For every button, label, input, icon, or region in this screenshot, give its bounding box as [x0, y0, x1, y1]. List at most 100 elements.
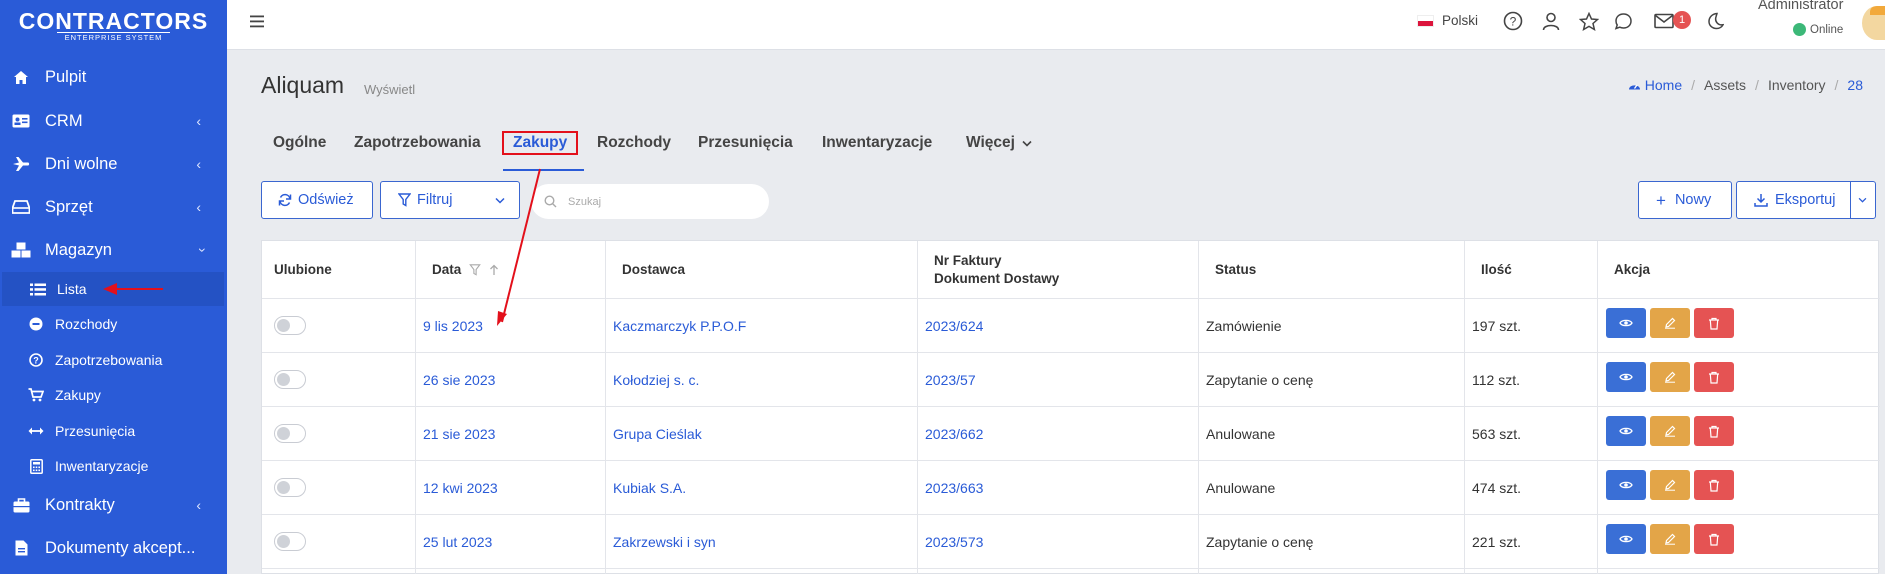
- tab-ogolne[interactable]: Ogólne: [273, 131, 326, 155]
- sidebar-item-pulpit[interactable]: Pulpit: [0, 56, 227, 98]
- refresh-button[interactable]: Odśwież: [261, 181, 373, 219]
- sidebar-item-kontrakty[interactable]: Kontrakty ‹: [0, 484, 227, 526]
- tab-przesuniecia[interactable]: Przesunięcia: [698, 131, 793, 155]
- cell-supplier[interactable]: Kubiak S.A.: [605, 478, 686, 498]
- user-name[interactable]: Administrator: [1758, 0, 1843, 13]
- sidebar-item-dokumenty[interactable]: Dokumenty akcept...: [0, 527, 227, 569]
- delete-button[interactable]: [1694, 416, 1734, 446]
- tab-inwentaryzacje[interactable]: Inwentaryzacje: [822, 131, 932, 155]
- eye-icon: [1619, 535, 1633, 543]
- breadcrumb-assets[interactable]: Assets: [1704, 77, 1746, 93]
- delete-button[interactable]: [1694, 308, 1734, 338]
- cell-invoice[interactable]: 2023/573: [917, 532, 983, 552]
- sidebar-item-dni-wolne[interactable]: Dni wolne ‹: [0, 143, 227, 185]
- favorite-toggle[interactable]: [274, 316, 306, 335]
- split-divider: [1850, 182, 1851, 218]
- header-date[interactable]: Data: [423, 241, 499, 298]
- sort-arrow-up-icon[interactable]: [489, 264, 499, 276]
- poland-flag-icon: [1417, 14, 1434, 27]
- sidebar-subitem-zapotrzebowania[interactable]: ? Zapotrzebowania: [0, 343, 227, 377]
- delete-button[interactable]: [1694, 362, 1734, 392]
- view-button[interactable]: [1606, 416, 1646, 446]
- file-icon: [11, 538, 31, 558]
- cell-date[interactable]: 9 lis 2023: [415, 316, 483, 336]
- delete-button[interactable]: [1694, 470, 1734, 500]
- tab-zapotrzebowania[interactable]: Zapotrzebowania: [354, 131, 481, 155]
- cell-invoice[interactable]: 2023/624: [917, 316, 983, 336]
- tab-rozchody[interactable]: Rozchody: [597, 131, 671, 155]
- view-button[interactable]: [1606, 308, 1646, 338]
- view-button[interactable]: [1606, 524, 1646, 554]
- new-button[interactable]: + Nowy: [1638, 181, 1732, 219]
- cell-supplier[interactable]: Kołodziej s. c.: [605, 370, 699, 390]
- sidebar-item-magazyn[interactable]: Magazyn ‹: [0, 229, 227, 271]
- mail-icon[interactable]: [1653, 10, 1675, 32]
- cell-supplier[interactable]: Grupa Cieślak: [605, 424, 702, 444]
- cell-date[interactable]: 26 sie 2023: [415, 370, 495, 390]
- user-status: Online: [1793, 23, 1843, 36]
- chevron-left-icon: ‹: [196, 497, 201, 513]
- view-button[interactable]: [1606, 470, 1646, 500]
- favorite-toggle[interactable]: [274, 532, 306, 551]
- chat-icon[interactable]: [1612, 10, 1634, 32]
- edit-button[interactable]: [1650, 470, 1690, 500]
- chevron-down-icon[interactable]: [1858, 197, 1867, 203]
- filter-button-label: Filtruj: [417, 192, 453, 208]
- avatar[interactable]: [1862, 6, 1885, 40]
- delete-button[interactable]: [1694, 524, 1734, 554]
- filter-icon[interactable]: [469, 263, 482, 276]
- logo[interactable]: CONTRACTORS ENTERPRISE SYSTEM: [0, 0, 227, 50]
- cell-date[interactable]: 21 sie 2023: [415, 424, 495, 444]
- breadcrumb-home[interactable]: Home: [1628, 77, 1682, 93]
- favorite-toggle[interactable]: [274, 370, 306, 389]
- help-icon[interactable]: ?: [1502, 10, 1524, 32]
- breadcrumb-inventory[interactable]: Inventory: [1768, 77, 1826, 93]
- sidebar-subitem-label: Inwentaryzacje: [55, 458, 149, 474]
- search-input[interactable]: Szukaj: [568, 196, 601, 208]
- edit-button[interactable]: [1650, 362, 1690, 392]
- cell-status: Zapytanie o cenę: [1206, 372, 1314, 388]
- cell-invoice[interactable]: 2023/663: [917, 478, 983, 498]
- hamburger-menu-icon[interactable]: [247, 10, 269, 32]
- chevron-down-icon: [1022, 140, 1032, 147]
- view-button[interactable]: [1606, 362, 1646, 392]
- favorite-toggle[interactable]: [274, 478, 306, 497]
- export-button[interactable]: Eksportuj: [1736, 181, 1876, 219]
- cell-date[interactable]: 25 lut 2023: [415, 532, 492, 552]
- edit-button[interactable]: [1650, 524, 1690, 554]
- sidebar-subitem-zakupy[interactable]: Zakupy: [0, 378, 227, 412]
- language-selector[interactable]: Polski: [1417, 13, 1478, 28]
- sidebar-item-label: Dokumenty akcept...: [45, 538, 196, 557]
- dark-mode-moon-icon[interactable]: [1704, 10, 1726, 32]
- cell-date[interactable]: 12 kwi 2023: [415, 478, 498, 498]
- sidebar-item-sprzet[interactable]: Sprzęt ‹: [0, 186, 227, 228]
- star-icon[interactable]: [1578, 10, 1600, 32]
- boxes-icon: [11, 240, 31, 260]
- cell-invoice[interactable]: 2023/57: [917, 370, 976, 390]
- header-supplier: Dostawca: [622, 261, 686, 277]
- row-divider: [262, 514, 1880, 515]
- favorite-toggle[interactable]: [274, 424, 306, 443]
- tab-zakupy[interactable]: Zakupy: [502, 131, 579, 155]
- edit-button[interactable]: [1650, 416, 1690, 446]
- header-status: Status: [1215, 261, 1257, 277]
- search-box[interactable]: Szukaj: [531, 184, 769, 219]
- sidebar-subitem-przesuniecia[interactable]: Przesunięcia: [0, 414, 227, 448]
- sidebar-item-crm[interactable]: CRM ‹: [0, 100, 227, 142]
- tab-wiecej[interactable]: Więcej: [966, 131, 1032, 155]
- cell-supplier[interactable]: Kaczmarczyk P.P.O.F: [605, 316, 746, 336]
- sidebar-subitem-rozchody[interactable]: Rozchody: [0, 307, 227, 341]
- user-icon[interactable]: [1540, 10, 1562, 32]
- export-button-label: Eksportuj: [1775, 192, 1836, 208]
- column-divider: [415, 241, 416, 574]
- sidebar-subitem-label: Zapotrzebowania: [55, 352, 163, 368]
- cell-invoice[interactable]: 2023/662: [917, 424, 983, 444]
- sidebar-subitem-inwentaryzacje[interactable]: Inwentaryzacje: [0, 449, 227, 483]
- svg-text:?: ?: [1510, 15, 1517, 29]
- filter-button[interactable]: Filtruj: [380, 181, 520, 219]
- cell-supplier[interactable]: Zakrzewski i syn: [605, 532, 716, 552]
- header-invoice-line1: Nr Faktury: [934, 252, 1002, 268]
- id-card-icon: [11, 111, 31, 131]
- edit-button[interactable]: [1650, 308, 1690, 338]
- sidebar-subitem-lista[interactable]: Lista: [2, 272, 224, 306]
